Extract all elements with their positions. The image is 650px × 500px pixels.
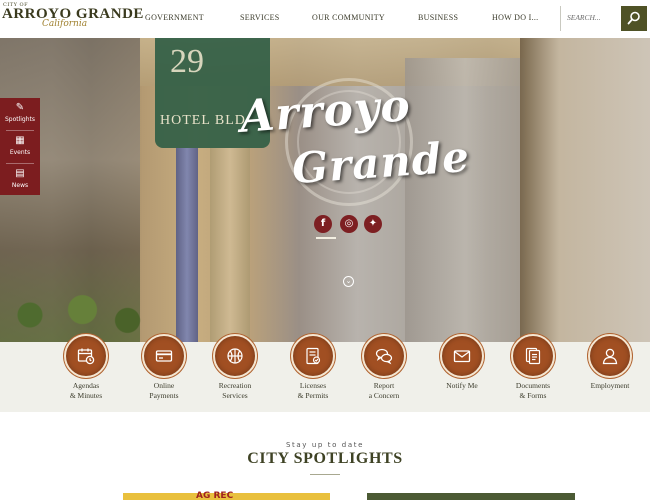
envelope-icon	[453, 350, 471, 363]
side-tab-bar: ✎ Spotlights ▦ Events ▤ News	[0, 98, 40, 195]
logo-script: California	[42, 19, 88, 29]
spotlight-card-rec-title: AG REC	[196, 491, 234, 500]
quick-link-badge	[440, 334, 484, 378]
quick-link-label: Notify Me	[446, 381, 478, 390]
search-button[interactable]	[621, 6, 647, 31]
hero-banner: 29 HOTEL BLD Arroyo Grande f ◎ ✦ ⌄	[0, 38, 650, 342]
quick-link-recreation[interactable]: Recreation Services	[195, 334, 275, 400]
search-icon	[627, 11, 640, 25]
basketball-icon	[227, 348, 243, 364]
twitter-icon[interactable]: ✦	[364, 215, 382, 233]
instagram-icon[interactable]: ◎	[340, 215, 358, 233]
person-icon	[602, 348, 618, 365]
quick-link-label: Employment	[590, 381, 630, 390]
spotlights-heading: CITY SPOTLIGHTS	[247, 450, 403, 467]
scroll-down-icon[interactable]: ⌄	[343, 276, 354, 287]
quick-link-notify-me[interactable]: Notify Me	[422, 334, 502, 391]
nav-item-how-do-i[interactable]: HOW DO I...	[492, 13, 538, 22]
awning-sign: HOTEL BLD	[160, 113, 246, 128]
side-tab-events[interactable]: ▦ Events	[0, 131, 40, 163]
side-tab-label: Spotlights	[4, 116, 36, 123]
awning-number: 29	[170, 43, 204, 80]
quick-link-badge	[588, 334, 632, 378]
hero-bg-column	[176, 148, 198, 342]
site-header: CITY OF ARROYO GRANDE California GOVERNM…	[0, 0, 650, 38]
spotlight-card-2[interactable]	[367, 493, 575, 500]
hero-bg-pillar	[210, 148, 250, 342]
hero-underline	[316, 237, 336, 239]
spotlight-icon: ✎	[15, 102, 25, 113]
quick-link-employment[interactable]: Employment	[570, 334, 650, 391]
nav-item-our-community[interactable]: OUR COMMUNITY	[312, 13, 385, 22]
nav-item-business[interactable]: BUSINESS	[418, 13, 458, 22]
quick-link-badge	[213, 334, 257, 378]
nav-item-services[interactable]: SERVICES	[240, 13, 280, 22]
quick-link-documents[interactable]: Documents & Forms	[493, 334, 573, 400]
hero-bg-stone-wall	[405, 58, 525, 342]
chat-bubbles-icon	[375, 348, 393, 365]
quick-link-agendas[interactable]: Agendas & Minutes	[46, 334, 126, 400]
quick-links-bar: Agendas & Minutes Online Payments Recreati…	[0, 334, 650, 412]
site-logo[interactable]: CITY OF ARROYO GRANDE California	[2, 2, 143, 34]
side-tab-spotlights[interactable]: ✎ Spotlights	[0, 98, 40, 130]
search-input[interactable]	[567, 13, 621, 22]
side-tab-news[interactable]: ▤ News	[0, 164, 40, 196]
credit-card-icon	[155, 350, 173, 362]
quick-link-badge	[362, 334, 406, 378]
side-tab-label: News	[11, 182, 29, 189]
quick-link-badge	[511, 334, 555, 378]
calendar-icon: ▦	[15, 135, 25, 146]
side-tab-label: Events	[9, 149, 31, 156]
calendar-clock-icon	[77, 348, 95, 365]
quick-link-label: Recreation Services	[218, 381, 252, 400]
hero-bg-doorway	[520, 38, 650, 342]
quick-link-label: Agendas & Minutes	[69, 381, 103, 400]
documents-icon	[525, 347, 541, 365]
quick-link-label: Documents & Forms	[515, 381, 551, 400]
quick-link-label: Online Payments	[149, 381, 179, 400]
spotlights-divider	[310, 474, 340, 475]
nav-item-government[interactable]: GOVERNMENT	[145, 13, 204, 22]
spotlights-kicker: Stay up to date	[286, 441, 364, 449]
quick-link-label: Report a Concern	[368, 381, 400, 400]
quick-link-badge	[291, 334, 335, 378]
quick-link-report-concern[interactable]: Report a Concern	[344, 334, 424, 400]
quick-link-badge	[142, 334, 186, 378]
quick-link-badge	[64, 334, 108, 378]
newspaper-icon: ▤	[15, 168, 25, 179]
search-box	[560, 6, 621, 31]
quick-link-licenses[interactable]: Licenses & Permits	[273, 334, 353, 400]
quick-link-label: Licenses & Permits	[297, 381, 329, 400]
quick-link-online-payments[interactable]: Online Payments	[124, 334, 204, 400]
facebook-icon[interactable]: f	[314, 215, 332, 233]
license-icon	[306, 347, 321, 365]
